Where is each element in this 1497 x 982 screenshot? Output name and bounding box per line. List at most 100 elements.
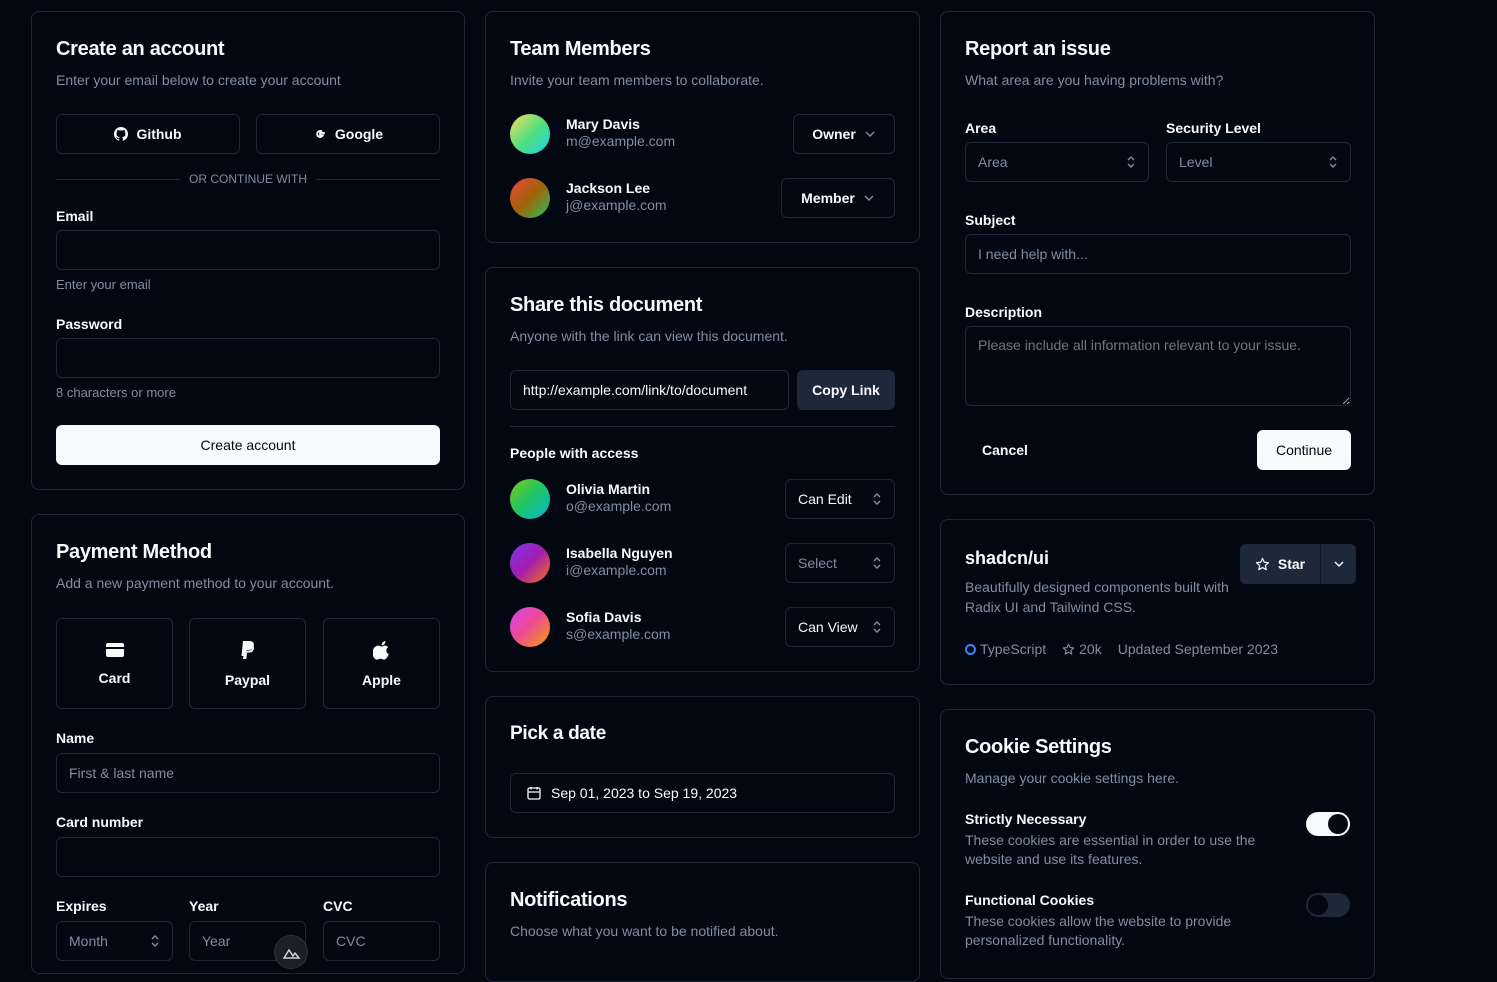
permission-value: Can View [798, 619, 858, 635]
security-level-label: Security Level [1166, 120, 1261, 136]
person-name: Olivia Martin [566, 481, 651, 497]
payment-option-apple[interactable]: Apple [323, 618, 440, 709]
people-with-access-label: People with access [510, 445, 639, 461]
notifications-card: Notifications Choose what you want to be… [485, 862, 920, 982]
share-link-input[interactable] [510, 370, 789, 410]
create-account-card: Create an account Enter your email below… [31, 11, 465, 490]
avatar [510, 178, 550, 218]
repo-card: shadcn/ui Beautifully designed component… [940, 519, 1375, 685]
share-title: Share this document [510, 294, 703, 316]
google-icon [316, 130, 325, 138]
chevron-up-down-icon [1329, 156, 1337, 168]
security-level-select[interactable]: Level [1166, 142, 1351, 182]
google-label: Google [334, 126, 384, 142]
avatar [510, 543, 550, 583]
year-select-value: Year [202, 933, 231, 949]
notifications-title: Notifications [510, 889, 628, 911]
area-label: Area [965, 120, 997, 136]
card-number-input[interactable] [56, 837, 440, 877]
date-range-value: Sep 01, 2023 to Sep 19, 2023 [551, 785, 738, 801]
or-continue-text: OR CONTINUE WITH [189, 172, 307, 186]
area-select-value: Area [978, 154, 1008, 170]
payment-method-card: Payment Method Add a new payment method … [31, 514, 465, 974]
payment-option-card[interactable]: Card [56, 618, 173, 709]
apple-icon [372, 640, 389, 660]
nuxt-devtools-icon[interactable] [274, 935, 308, 969]
year-label: Year [189, 898, 219, 914]
name-input[interactable] [56, 753, 440, 793]
permission-select[interactable]: Can Edit [785, 479, 895, 519]
stars-meta: 20k [1062, 641, 1102, 657]
person-email: i@example.com [566, 562, 667, 578]
name-label: Name [56, 730, 95, 746]
person-name: Sofia Davis [566, 609, 642, 625]
copy-link-button[interactable]: Copy Link [797, 370, 895, 410]
avatar [510, 607, 550, 647]
month-select[interactable]: Month [56, 921, 173, 961]
person-email: o@example.com [566, 498, 672, 514]
star-dropdown-button[interactable] [1321, 544, 1356, 584]
role-select-member[interactable]: Member [781, 178, 895, 218]
cookie-item-title: Strictly Necessary [965, 811, 1087, 827]
cookie-item-title: Functional Cookies [965, 892, 1095, 908]
language-meta: TypeScript [965, 641, 1046, 657]
description-label: Description [965, 304, 1043, 320]
star-button[interactable]: Star [1240, 544, 1320, 584]
repo-meta: TypeScript 20k Updated September 2023 [965, 641, 1278, 657]
password-hint: 8 characters or more [56, 385, 176, 400]
password-input[interactable] [56, 338, 440, 378]
notifications-subtitle: Choose what you want to be notified abou… [510, 923, 779, 939]
team-subtitle: Invite your team members to collaborate. [510, 72, 764, 88]
email-hint: Enter your email [56, 277, 151, 292]
payment-option-paypal[interactable]: Paypal [189, 618, 306, 709]
github-button[interactable]: Github [56, 114, 240, 154]
email-input[interactable] [56, 230, 440, 270]
report-title: Report an issue [965, 38, 1111, 60]
permission-select[interactable]: Can View [785, 607, 895, 647]
member-email: m@example.com [566, 133, 676, 149]
date-range-button[interactable]: Sep 01, 2023 to Sep 19, 2023 [510, 773, 895, 813]
role-label: Member [801, 190, 855, 206]
chevron-down-icon [864, 195, 874, 201]
continue-button[interactable]: Continue [1257, 430, 1351, 470]
cancel-button[interactable]: Cancel [965, 430, 1045, 470]
role-select-owner[interactable]: Owner [793, 114, 895, 154]
or-divider-left [56, 179, 180, 180]
permission-select[interactable]: Select [785, 543, 895, 583]
role-label: Owner [812, 126, 856, 142]
repo-name[interactable]: shadcn/ui [965, 548, 1049, 569]
repo-language: TypeScript [980, 641, 1047, 657]
chevron-up-down-icon [873, 621, 881, 633]
calendar-icon [527, 787, 541, 800]
repo-description: Beautifully designed components built wi… [965, 579, 1229, 615]
description-textarea[interactable] [965, 326, 1351, 406]
team-title: Team Members [510, 38, 651, 60]
strictly-necessary-toggle[interactable] [1306, 812, 1350, 836]
area-select[interactable]: Area [965, 142, 1149, 182]
expires-label: Expires [56, 898, 107, 914]
payment-option-label: Apple [362, 671, 401, 688]
month-select-value: Month [69, 933, 108, 949]
star-small-icon [1062, 643, 1075, 655]
functional-cookies-toggle[interactable] [1306, 893, 1350, 917]
google-button[interactable]: Google [256, 114, 440, 154]
avatar [510, 114, 550, 154]
report-subtitle: What area are you having problems with? [965, 72, 1224, 88]
cookie-subtitle: Manage your cookie settings here. [965, 770, 1180, 786]
security-level-value: Level [1179, 154, 1213, 170]
create-account-title: Create an account [56, 38, 225, 60]
create-account-button[interactable]: Create account [56, 425, 440, 465]
cvc-input[interactable] [323, 921, 440, 961]
payment-subtitle: Add a new payment method to your account… [56, 575, 334, 591]
repo-stars: 20k [1079, 641, 1102, 657]
chevron-up-down-icon [873, 493, 881, 505]
chevron-up-down-icon [1127, 156, 1135, 168]
share-divider [510, 426, 895, 427]
or-divider-right [316, 179, 440, 180]
subject-input[interactable] [965, 234, 1351, 274]
payment-title: Payment Method [56, 541, 212, 563]
person-email: s@example.com [566, 626, 671, 642]
person-name: Isabella Nguyen [566, 545, 673, 561]
cookie-settings-card: Cookie Settings Manage your cookie setti… [940, 709, 1375, 979]
toggle-knob [1308, 895, 1328, 915]
